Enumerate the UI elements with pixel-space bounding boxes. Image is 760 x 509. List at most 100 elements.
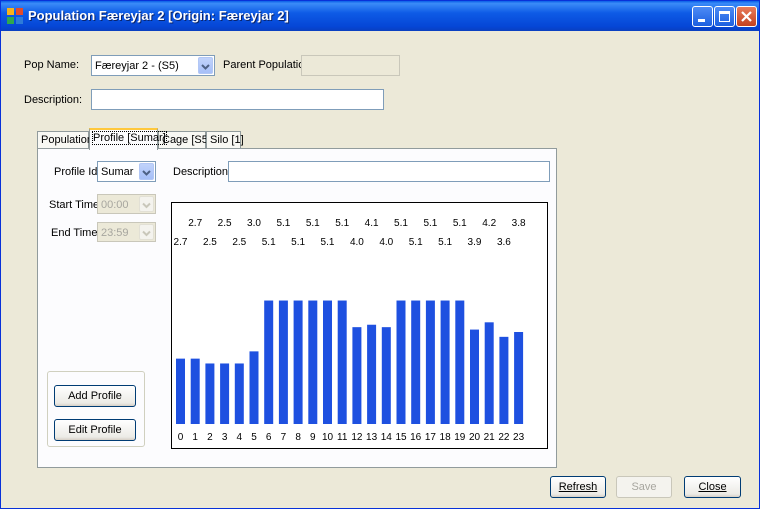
- value-label-0: 2.7: [174, 237, 188, 248]
- description-field[interactable]: [91, 89, 384, 110]
- value-label-8: 5.1: [291, 237, 305, 248]
- parent-population-label: Parent Population:: [223, 59, 314, 71]
- profile-chart: 2.7 0 2.7 1 2.5 2 2.5 3 2.5 4 3.0 5 5.1 6 5.1 7 5.1 8 5.1 9…: [171, 202, 548, 449]
- end-time-value: 23:59: [101, 227, 129, 239]
- profile-id-dropdown-button[interactable]: [139, 163, 154, 180]
- close-window-button[interactable]: [736, 6, 757, 27]
- refresh-button[interactable]: Refresh: [550, 476, 606, 498]
- bar-hour-19: [455, 300, 465, 424]
- x-tick-label-10: 10: [322, 432, 334, 443]
- app-icon: [7, 8, 23, 24]
- bar-hour-0: [176, 358, 185, 424]
- pop-name-label: Pop Name:: [24, 59, 80, 71]
- chevron-down-icon: [142, 230, 151, 237]
- bar-hour-23: [514, 332, 524, 424]
- value-label-2: 2.5: [203, 237, 217, 248]
- tab-population[interactable]: Population: [37, 131, 93, 148]
- x-tick-label-22: 22: [498, 432, 510, 443]
- title-bar[interactable]: Population Færeyjar 2 [Origin: Færeyjar …: [1, 1, 759, 31]
- profile-id-combo[interactable]: Sumar: [97, 161, 156, 182]
- bar-hour-3: [220, 363, 230, 424]
- x-tick-label-4: 4: [237, 432, 243, 443]
- chevron-down-icon: [201, 64, 210, 70]
- x-tick-label-11: 11: [337, 432, 348, 443]
- value-label-21: 4.2: [482, 218, 496, 229]
- value-label-13: 4.1: [365, 218, 379, 229]
- edit-profile-button[interactable]: Edit Profile: [54, 419, 136, 441]
- description-label: Description:: [24, 94, 83, 106]
- value-label-18: 5.1: [438, 237, 452, 248]
- x-tick-label-0: 0: [178, 432, 184, 443]
- bar-hour-10: [323, 300, 332, 424]
- pop-name-combo[interactable]: Færeyjar 2 - (S5): [91, 55, 215, 76]
- x-tick-label-21: 21: [484, 432, 496, 443]
- x-tick-label-19: 19: [454, 432, 466, 443]
- bar-hour-7: [278, 300, 288, 424]
- value-label-12: 4.0: [350, 237, 364, 248]
- chevron-down-icon: [142, 202, 151, 209]
- value-label-1: 2.7: [188, 218, 202, 229]
- value-label-19: 5.1: [453, 218, 467, 229]
- x-tick-label-14: 14: [381, 432, 393, 443]
- x-tick-label-23: 23: [513, 432, 525, 443]
- value-label-7: 5.1: [276, 218, 290, 229]
- bar-hour-17: [425, 300, 435, 424]
- value-label-10: 5.1: [321, 237, 335, 248]
- add-profile-button[interactable]: Add Profile: [54, 385, 136, 407]
- bar-hour-1: [190, 358, 200, 424]
- value-label-9: 5.1: [306, 218, 320, 229]
- value-label-22: 3.6: [497, 237, 511, 248]
- profile-description-label: Description:: [173, 166, 232, 178]
- bar-hour-11: [337, 300, 347, 424]
- maximize-button[interactable]: [714, 6, 735, 27]
- start-time-label: Start Time:: [49, 199, 103, 211]
- bar-hour-2: [205, 363, 215, 424]
- tab-profile[interactable]: Profile [Sumar]: [89, 128, 167, 150]
- bar-hour-9: [308, 300, 318, 424]
- tab-silo[interactable]: Silo [1]: [206, 131, 244, 148]
- close-icon: [741, 11, 752, 22]
- x-tick-label-13: 13: [366, 432, 378, 443]
- x-tick-label-9: 9: [310, 432, 316, 443]
- value-label-3: 2.5: [218, 218, 232, 229]
- x-tick-label-7: 7: [281, 432, 287, 443]
- dropdown-button[interactable]: [198, 57, 213, 74]
- x-tick-label-12: 12: [351, 432, 363, 443]
- value-label-5: 3.0: [247, 218, 261, 229]
- bar-hour-12: [352, 327, 362, 424]
- x-tick-label-18: 18: [440, 432, 452, 443]
- bar-hour-16: [411, 300, 421, 424]
- bar-hour-14: [381, 327, 391, 424]
- x-tick-label-3: 3: [222, 432, 228, 443]
- profile-description-field[interactable]: [228, 161, 550, 182]
- profile-id-label: Profile Id:: [54, 166, 101, 178]
- minimize-button[interactable]: [692, 6, 713, 27]
- bar-hour-20: [470, 329, 479, 424]
- bar-hour-13: [367, 324, 377, 424]
- end-time-dropdown-button: [139, 224, 154, 240]
- pop-name-value: Færeyjar 2 - (S5): [95, 60, 179, 72]
- end-time-picker: 23:59: [97, 222, 156, 242]
- x-tick-label-5: 5: [251, 432, 257, 443]
- x-tick-label-20: 20: [469, 432, 481, 443]
- parent-population-field: [301, 55, 400, 76]
- profile-bar-chart: 2.7 0 2.7 1 2.5 2 2.5 3 2.5 4 3.0 5 5.1 6 5.1 7 5.1 8 5.1 9…: [174, 218, 526, 443]
- value-label-23: 3.8: [512, 218, 526, 229]
- maximize-icon: [719, 11, 730, 22]
- value-label-16: 5.1: [409, 237, 423, 248]
- bar-hour-8: [293, 300, 303, 424]
- x-tick-label-15: 15: [395, 432, 407, 443]
- window-title: Population Færeyjar 2 [Origin: Færeyjar …: [28, 8, 289, 23]
- end-time-label: End Time:: [51, 227, 101, 239]
- bar-hour-6: [264, 300, 274, 424]
- start-time-dropdown-button: [139, 196, 154, 212]
- value-label-14: 4.0: [379, 237, 393, 248]
- x-tick-label-2: 2: [207, 432, 213, 443]
- profile-id-value: Sumar: [101, 166, 134, 178]
- x-tick-label-1: 1: [192, 432, 198, 443]
- save-button: Save: [616, 476, 672, 498]
- value-label-11: 5.1: [335, 218, 349, 229]
- value-label-20: 3.9: [468, 237, 482, 248]
- close-button[interactable]: Close: [684, 476, 741, 498]
- bar-hour-21: [484, 322, 494, 424]
